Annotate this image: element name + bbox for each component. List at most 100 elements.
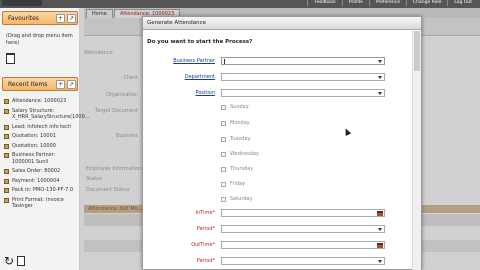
trash-icon[interactable] [17,256,25,266]
business-partner-icon [4,153,9,158]
payment-icon [4,178,9,184]
recent-item[interactable]: Sales Order: 80002 [2,168,78,175]
required-marker: * [212,226,216,232]
friday-checkbox[interactable] [221,182,226,187]
recent-item[interactable]: Business Partner: 1000001 Sunil [2,152,78,165]
salary-icon [4,108,9,114]
refresh-icon[interactable]: ↻ [4,254,14,268]
wednesday-checkbox[interactable] [221,152,226,157]
dialog-scrollbar[interactable] [412,31,421,270]
recent-item-label: Lead: infotech info tech [12,123,72,130]
tuesday-label: Tuesday [230,136,251,142]
expand-icon[interactable]: ↗ [67,14,76,23]
recent-title: Recent Items [8,81,48,88]
recent-item-label: Business Partner: 1000001 Sunil [12,152,56,165]
calendar-icon[interactable] [377,211,383,216]
recent-item-label: Sales Order: 80002 [12,168,61,174]
recent-item[interactable]: Quotation: 10000 [2,143,78,150]
recent-item-label: Payment: 1000004 [12,177,60,184]
required-marker: * [212,242,216,248]
app-logo [2,0,42,6]
recent-item[interactable]: Payment: 1000004 [2,178,78,185]
period-label-text: Period [196,258,213,264]
favourites-title: Favourites [8,15,39,22]
outtime-label: OutTime* [143,242,215,248]
lead-icon [4,124,9,130]
recent-list: Attendance: 1000023 Salary Structure: X_… [2,98,90,213]
recent-item[interactable]: Salary Structure: X_HRR_SalaryStructure(… [2,108,90,121]
recent-item[interactable]: Attendance: 1000023 [2,98,78,105]
favourites-header: Favourites + ↗ [2,11,78,25]
recent-item-label: Print Format: Invoice Tasinger [12,196,64,210]
dialog-question: Do you want to start the Process? [147,39,253,45]
saturday-checkbox[interactable] [221,197,226,202]
dialog-title: Generate Attendance [143,17,421,30]
recent-item[interactable]: Pack in: PMO-130-PF-7.0 [2,187,78,194]
quotation-icon [4,143,9,149]
recent-add-icon[interactable]: + [56,80,65,89]
sales-order-icon [4,169,9,174]
period-select-out[interactable] [221,257,385,265]
intime-input[interactable] [221,209,385,217]
period-select-in[interactable] [221,225,385,233]
chevron-down-icon[interactable] [378,260,382,263]
sunday-label: Sunday [230,104,249,110]
period-label: Period* [143,226,215,232]
required-marker: * [212,258,216,264]
intime-label: InTime* [143,210,215,216]
generate-attendance-dialog: Generate Attendance Do you want to start… [142,16,422,270]
feedback-link[interactable]: Feedback [307,0,341,6]
favourites-hint: (Drag and drop menu item here) [6,33,73,46]
print-format-icon [4,197,9,203]
pack-icon [4,188,9,193]
monday-label: Monday [230,120,250,126]
period-label: Period* [143,258,215,264]
thursday-label: Thursday [230,166,254,172]
tuesday-checkbox[interactable] [221,137,226,142]
department-select[interactable] [221,73,385,81]
recent-item-label: Attendance: 1000023 [12,98,67,104]
recent-header: Recent Items + ↗ [2,77,78,91]
favourite-doc-icon[interactable] [6,53,15,64]
attendance-icon [4,99,9,104]
change-role-link[interactable]: Change Role [406,0,447,6]
calendar-icon[interactable] [377,243,383,248]
chevron-down-icon[interactable] [378,228,382,231]
text-caret [224,59,225,64]
recent-item-label: Quotation: 10000 [12,142,56,149]
period-label-text: Period [196,226,213,232]
add-favourite-icon[interactable]: + [56,14,65,23]
intime-label-text: InTime [195,210,213,216]
top-links: Feedback Profile Preference Change Role … [307,0,478,6]
recent-item-label: Pack in: PMO-130-PF-7.0 [12,187,74,193]
profile-link[interactable]: Profile [341,0,369,6]
department-label[interactable]: Department [143,74,215,80]
thursday-checkbox[interactable] [221,167,226,172]
business-partner-label[interactable]: Business Partner [143,58,215,64]
sunday-checkbox[interactable] [221,105,226,110]
outtime-label-text: OutTime [191,242,213,248]
chevron-down-icon[interactable] [378,76,382,79]
business-partner-select[interactable] [221,57,385,65]
chevron-down-icon[interactable] [378,92,382,95]
position-select[interactable] [221,89,385,97]
quotation-icon [4,134,9,139]
required-marker: * [212,210,216,216]
scrollbar-thumb[interactable] [414,31,420,71]
recent-item[interactable]: Quotation: 10001 [2,133,78,140]
recent-expand-icon[interactable]: ↗ [67,80,76,89]
preference-link[interactable]: Preference [368,0,406,6]
position-label[interactable]: Position [143,90,215,96]
recent-item-label: Salary Structure: X_HRR_SalaryStructure(… [12,107,90,121]
recent-item[interactable]: Print Format: Invoice Tasinger [2,197,78,210]
wednesday-label: Wednesday [230,151,259,157]
recent-item[interactable]: Lead: infotech info tech [2,124,78,131]
monday-checkbox[interactable] [221,121,226,126]
chevron-down-icon[interactable] [378,60,382,63]
logout-link[interactable]: Log Out [447,0,478,6]
friday-label: Friday [230,181,246,187]
saturday-label: Saturday [230,196,253,202]
recent-item-label: Quotation: 10001 [12,133,56,139]
top-bar: Feedback Profile Preference Change Role … [0,0,480,8]
outtime-input[interactable] [221,241,385,249]
